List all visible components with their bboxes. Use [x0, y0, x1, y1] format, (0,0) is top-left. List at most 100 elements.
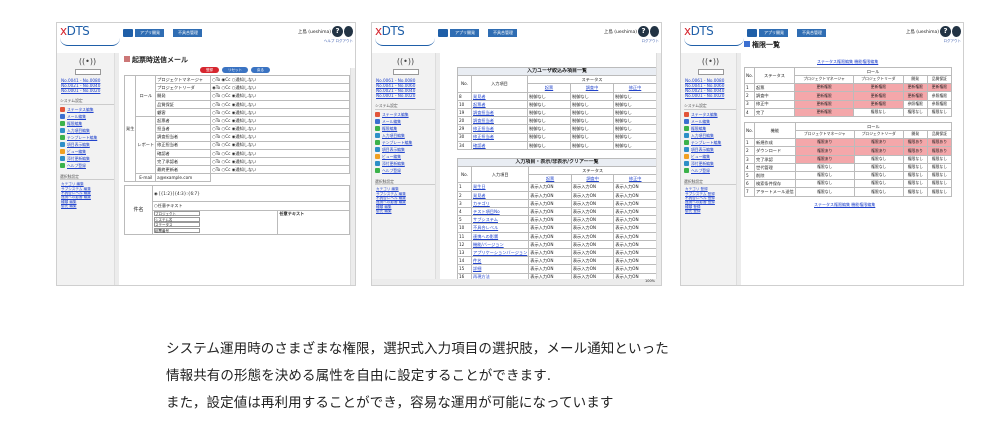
sidebar-item[interactable]: ヘルプ登録 — [60, 163, 115, 169]
subject-option-1[interactable]: ◉ [{1:2}]{4:3}:{6:7} — [152, 185, 350, 203]
sidebar-scrollbar[interactable] — [114, 53, 119, 285]
item-link[interactable]: 機能/バージョン — [470, 239, 530, 249]
breadcrumb-app[interactable]: 不具合管理 — [797, 29, 826, 37]
recipient-option[interactable]: ○To ○Cc ◉通知しない — [210, 91, 350, 101]
status-col-link[interactable]: 修正中 — [613, 83, 657, 93]
sidebar-item[interactable]: メール編集 — [684, 119, 737, 125]
sidebar-item[interactable]: ヘルプ登録 — [684, 168, 737, 174]
sidebar-item[interactable]: 権限編集 — [684, 126, 737, 132]
sidebar-item[interactable]: ビュー編集 — [60, 149, 115, 155]
sidebar-item[interactable]: テンプレート編集 — [684, 140, 737, 146]
main-scrollbar[interactable] — [656, 53, 661, 285]
breadcrumb-project[interactable]: アプリ開発 — [135, 29, 164, 37]
sidebar-item[interactable]: ビュー編集 — [375, 154, 436, 160]
view-select[interactable] — [392, 69, 419, 75]
item-link[interactable]: 調査担当者 — [471, 116, 528, 126]
sidebar-item[interactable]: 添付更新編集 — [375, 161, 436, 167]
recipient-option[interactable]: ○To ○Cc ◉通知しない — [210, 107, 350, 117]
view-select[interactable] — [697, 69, 724, 75]
recipient-option[interactable]: ◉To ○Cc ○通知しない — [210, 83, 350, 93]
register-button[interactable]: 登録 — [200, 66, 219, 73]
document-icon[interactable] — [344, 26, 353, 37]
sidebar-item[interactable]: メール編集 — [60, 114, 115, 120]
sidebar-scrollbar[interactable] — [435, 53, 440, 285]
logout-link[interactable]: ログアウト — [642, 39, 660, 43]
sidebar-item[interactable]: 入力項目編集 — [60, 128, 115, 134]
range-link[interactable]: No.0001 - No.0020 — [685, 93, 740, 98]
home-icon[interactable] — [123, 29, 133, 37]
breadcrumb-project[interactable]: アプリ開発 — [450, 29, 479, 37]
help-icon[interactable]: ? — [332, 26, 343, 37]
recipient-option[interactable]: ○To ○Cc ◉通知しない — [210, 148, 350, 158]
breadcrumb-app[interactable]: 不具合管理 — [488, 29, 517, 37]
zoom-level[interactable]: 100% — [645, 279, 655, 283]
range-link[interactable]: No.0001 - No.0020 — [61, 88, 118, 93]
breadcrumb-app[interactable]: 不具合管理 — [173, 29, 202, 37]
home-icon[interactable] — [438, 29, 448, 37]
status-col-link[interactable]: 調査中 — [570, 174, 615, 184]
item-link[interactable]: 調査担当者 — [471, 107, 528, 118]
sidebar-item[interactable]: テンプレート編集 — [60, 135, 115, 141]
main-scrollbar[interactable] — [350, 68, 355, 285]
recipient-option[interactable]: ○To ◉Cc ○通知しない — [210, 74, 350, 85]
item-link[interactable]: 発生日 — [470, 182, 530, 192]
sidebar-item[interactable]: ヘルプ登録 — [375, 168, 436, 174]
back-button[interactable]: 戻る — [251, 66, 270, 73]
sidebar-item[interactable]: 項目表示編集 — [375, 147, 436, 153]
item-link[interactable]: 修正担当者 — [471, 132, 528, 142]
item-link[interactable]: 起票者 — [471, 99, 528, 109]
sidebar-item[interactable]: 添付更新編集 — [684, 161, 737, 167]
view-select[interactable] — [74, 69, 101, 75]
sidebar-item[interactable]: 権限編集 — [60, 121, 115, 127]
sidebar-item[interactable]: ステータス編集 — [375, 112, 436, 118]
status-col-link[interactable]: 起票 — [527, 83, 571, 93]
range-link[interactable]: No.0001 - No.0020 — [376, 93, 439, 98]
choice-link[interactable]: 優先 編集 — [61, 204, 118, 208]
status-col-link[interactable]: 調査中 — [570, 83, 614, 93]
recipient-option[interactable]: ○To ○Cc ◉通知しない — [210, 124, 350, 134]
sidebar-item[interactable]: ステータス編集 — [60, 107, 115, 113]
item-link[interactable]: 修正担当者 — [471, 124, 528, 134]
status-col-link[interactable]: 起票 — [528, 174, 572, 184]
item-link[interactable]: アプリケーションバージョン — [470, 247, 530, 258]
recipient-option[interactable]: ○To ○Cc ◉通知しない — [210, 140, 350, 150]
breadcrumb-project[interactable]: アプリ開発 — [759, 29, 788, 37]
recipient-option[interactable]: ○To ○Cc ◉通知しない — [210, 132, 350, 142]
sidebar-item[interactable]: 入力項目編集 — [684, 133, 737, 139]
subject-select[interactable]: 起票番号 — [154, 227, 200, 233]
item-link[interactable]: テスト項目No — [470, 206, 530, 217]
recipient-option[interactable]: ○To ○Cc ◉通知しない — [210, 156, 350, 167]
help-icon[interactable]: ? — [940, 26, 951, 37]
subject-select[interactable]: システム名 — [154, 216, 200, 222]
recipient-option[interactable]: ○To ○Cc ◉通知しない — [210, 115, 350, 126]
choice-link[interactable]: 優先 編集 — [376, 209, 439, 213]
sidebar-item[interactable]: ステータス編集 — [684, 112, 737, 118]
item-link[interactable]: 発見者 — [471, 91, 528, 101]
sidebar-scrollbar[interactable] — [736, 53, 741, 285]
subject-select[interactable]: ステータス — [154, 222, 200, 228]
sidebar-item[interactable]: 項目表示編集 — [60, 142, 115, 148]
sidebar-item[interactable]: 項目表示編集 — [684, 147, 737, 153]
help-icon[interactable]: ? — [638, 26, 649, 37]
item-link[interactable]: 確認者 — [471, 140, 528, 150]
sidebar-item[interactable]: 添付更新編集 — [60, 156, 115, 162]
subject-option-2[interactable]: ○任意テキスト — [152, 201, 350, 211]
recipient-option[interactable]: ○To ○Cc ◉通知しない — [210, 99, 350, 109]
item-link[interactable]: サブシステム — [470, 215, 530, 225]
item-link[interactable]: 詳細 — [470, 264, 530, 274]
sidebar-item[interactable]: 入力項目編集 — [375, 133, 436, 139]
reset-button[interactable]: リセット — [222, 66, 248, 73]
status-col-link[interactable]: 修正中 — [613, 174, 657, 184]
document-icon[interactable] — [650, 26, 659, 37]
item-link[interactable]: 件名 — [470, 256, 530, 266]
recipient-option[interactable]: ○To ○Cc ◉通知しない — [210, 165, 350, 175]
item-link[interactable]: 発見者 — [470, 190, 530, 200]
item-link[interactable]: 連携への影響 — [470, 231, 530, 241]
choice-link[interactable]: 優先 登録 — [685, 209, 740, 213]
subject-select[interactable]: プロジェクト — [154, 211, 200, 217]
logout-link[interactable]: ヘルプ ログアウト — [324, 39, 353, 43]
sidebar-item[interactable]: 権限編集 — [375, 126, 436, 132]
sidebar-item[interactable]: テンプレート編集 — [375, 140, 436, 146]
sidebar-item[interactable]: メール編集 — [375, 119, 436, 125]
document-icon[interactable] — [952, 26, 961, 37]
